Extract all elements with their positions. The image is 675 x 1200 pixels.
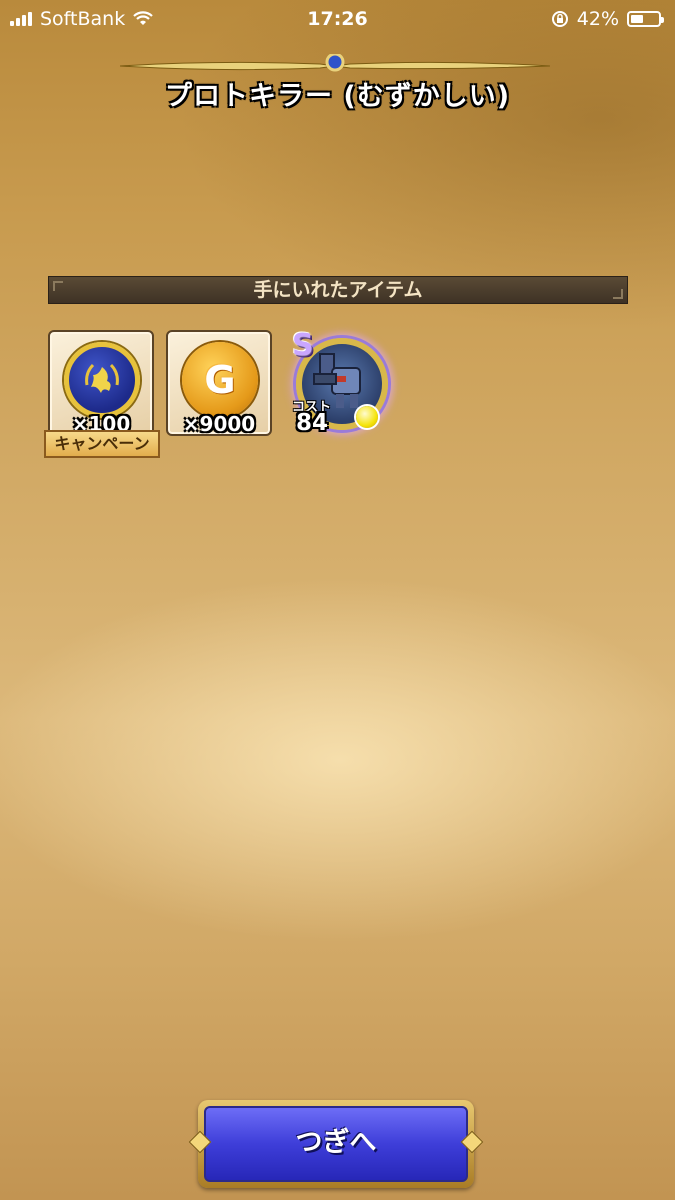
next-button[interactable]: つぎへ [188, 1100, 484, 1188]
obtained-items-label: 手にいれたアイテム [253, 279, 423, 301]
rotation-lock-icon [551, 11, 568, 27]
obtained-items-header: 手にいれたアイテム [48, 276, 628, 304]
gold-coin-icon: G [182, 342, 258, 418]
battery-icon [627, 11, 664, 27]
item-quantity: ×9000 [182, 412, 256, 436]
header-corner-ornament [53, 281, 63, 291]
stage-title: プロトキラー (むずかしい) [164, 81, 511, 112]
cost-value: 84 [296, 410, 329, 436]
rank-badge: S [292, 328, 314, 363]
header-corner-ornament [613, 289, 623, 299]
battery-percent: 42% [576, 8, 619, 30]
reward-item-gold[interactable]: G ×9000 [166, 330, 272, 436]
campaign-ribbon: キャンペーン [44, 430, 160, 458]
monster-orb-icon [356, 406, 378, 428]
medal-icon [64, 342, 140, 418]
next-button-label: つぎへ [204, 1106, 468, 1182]
status-bar: SoftBank 17:26 42% [0, 0, 675, 38]
reward-monster[interactable]: S コスト 84 [286, 318, 402, 446]
reward-item-medal[interactable]: ×100 [48, 330, 154, 436]
